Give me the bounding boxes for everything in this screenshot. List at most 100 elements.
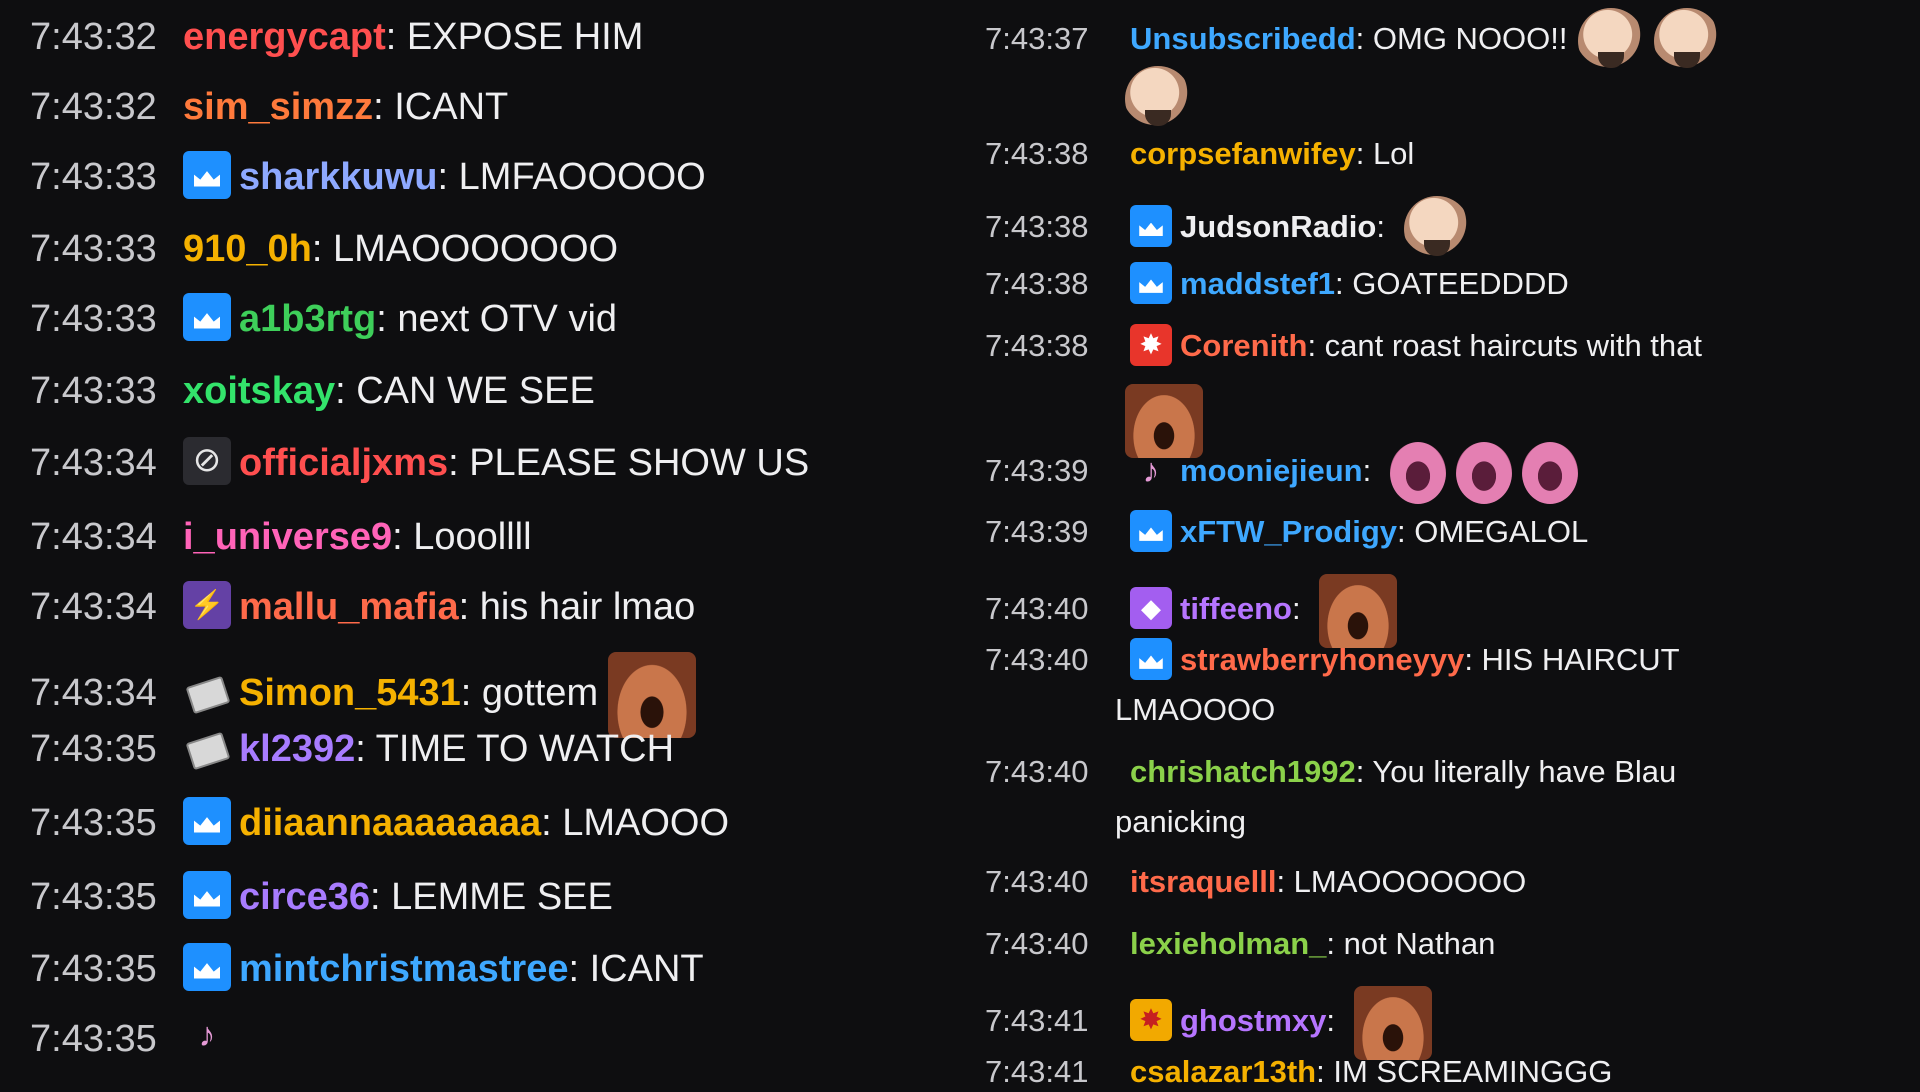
separator-colon: : bbox=[541, 802, 563, 844]
crown-icon bbox=[183, 292, 231, 341]
mouth-emote-icon bbox=[1389, 442, 1446, 504]
message-timestamp: 7:43:40 bbox=[985, 864, 1089, 899]
chat-message: 7:43:35 kl2392: TIME TO WATCH bbox=[0, 726, 940, 772]
username[interactable]: Corenith bbox=[1180, 328, 1307, 363]
separator-colon: : bbox=[460, 672, 482, 715]
chat-message: 7:43:41 ghostmxy: bbox=[970, 986, 1870, 1060]
username[interactable]: 910_0h bbox=[183, 228, 312, 270]
face-emote-icon bbox=[1319, 574, 1398, 648]
message-text: ICANT bbox=[589, 948, 704, 990]
username[interactable]: maddstef1 bbox=[1180, 266, 1335, 301]
message-text: You literally have Blau bbox=[1372, 754, 1677, 789]
username[interactable]: itsraquelll bbox=[1130, 864, 1276, 899]
message-timestamp: 7:43:32 bbox=[30, 16, 157, 58]
bald-emote-icon bbox=[1403, 196, 1470, 262]
gift-icon bbox=[183, 667, 231, 715]
username[interactable]: diiaannaaaaaaaa bbox=[239, 802, 541, 844]
message-timestamp: 7:43:35 bbox=[30, 948, 157, 990]
message-text: Loooll​ll bbox=[413, 516, 532, 558]
chat-message: 7:43:40 lexieholman_: not Nathan bbox=[970, 924, 1870, 964]
message-timestamp: 7:43:41 bbox=[985, 1054, 1089, 1089]
chat-message: 7:43:39 xFTW_Prodigy: OMEGALOL bbox=[970, 509, 1870, 552]
message-text: LMAOOO bbox=[562, 802, 730, 844]
username[interactable]: tiffeeno bbox=[1180, 591, 1292, 626]
message-timestamp: 7:43:38 bbox=[985, 209, 1089, 245]
message-timestamp: 7:43:39 bbox=[985, 453, 1089, 489]
username[interactable]: corpsefanwifey bbox=[1130, 136, 1356, 171]
message-timestamp: 7:43:33 bbox=[30, 370, 157, 412]
message-text: CAN WE SEE bbox=[356, 370, 595, 412]
separator-colon: : bbox=[1362, 453, 1380, 489]
crown-icon bbox=[183, 796, 231, 845]
username[interactable]: chrishatch1992 bbox=[1130, 754, 1356, 789]
no-display-icon bbox=[183, 436, 231, 485]
separator-colon: : bbox=[1355, 136, 1373, 171]
separator-colon: : bbox=[335, 370, 357, 412]
chat-message: 7:43:33 sharkkuwu: LMFAOOOOO bbox=[0, 150, 940, 200]
message-text: LMAOOOOOOO bbox=[333, 228, 619, 270]
crown-icon bbox=[1130, 261, 1172, 304]
separator-colon: : bbox=[373, 86, 395, 128]
message-text: LEMME SEE bbox=[391, 876, 613, 918]
mouth-emote-icon bbox=[1455, 442, 1512, 504]
message-text: OMEGALOL bbox=[1414, 514, 1589, 549]
username[interactable]: mallu_mafia bbox=[239, 586, 459, 628]
username[interactable]: csalazar13th bbox=[1130, 1054, 1316, 1089]
username[interactable]: a1b3rtg bbox=[239, 298, 376, 340]
separator-colon: : bbox=[1307, 328, 1325, 363]
separator-colon: : bbox=[1291, 591, 1310, 627]
gift-icon bbox=[183, 723, 231, 771]
username[interactable]: ghostmxy bbox=[1180, 1003, 1326, 1038]
username[interactable]: circe36 bbox=[239, 876, 370, 918]
username[interactable]: xoitskay bbox=[183, 370, 335, 412]
username[interactable]: strawberryhoneyyy bbox=[1180, 642, 1464, 677]
bald-emote-icon bbox=[1125, 66, 1191, 132]
username[interactable]: mintchristmastree bbox=[239, 948, 568, 990]
chat-message: 7:43:41 csalazar13th: IM SCREAMINGGG bbox=[970, 1052, 1870, 1092]
message-timestamp: 7:43:40 bbox=[985, 642, 1089, 677]
message-timestamp: 7:43:35 bbox=[30, 728, 157, 770]
chat-message: 7:43:38 JudsonRadio: bbox=[970, 196, 1870, 262]
separator-colon: : bbox=[1316, 1054, 1334, 1089]
chat-message: 7:43:33 a1b3rtg: next OTV vid bbox=[0, 292, 940, 342]
chat-message: 7:43:35 bbox=[0, 1013, 940, 1062]
username[interactable]: xFTW_Prodigy bbox=[1180, 514, 1397, 549]
chat-message: 7:43:33 xoitskay: CAN WE SEE bbox=[0, 368, 940, 414]
message-timestamp: 7:43:41 bbox=[985, 1003, 1089, 1039]
username[interactable]: Simon_5431 bbox=[239, 672, 461, 714]
username[interactable]: JudsonRadio bbox=[1180, 209, 1376, 244]
message-text: not Nathan bbox=[1343, 926, 1496, 961]
message-timestamp: 7:43:34 bbox=[30, 586, 157, 628]
message-timestamp: 7:43:40 bbox=[985, 591, 1089, 627]
message-timestamp: 7:43:33 bbox=[30, 156, 157, 198]
face-emote-icon bbox=[1353, 986, 1432, 1060]
message-text: LMAOOOOOOO bbox=[1293, 864, 1527, 899]
chat-message: 7:43:35 mintchristmastree: ICANT bbox=[0, 942, 940, 992]
separator-colon: : bbox=[1355, 21, 1373, 57]
message-timestamp: 7:43:39 bbox=[985, 514, 1089, 549]
chat-message: 7:43:38 corpsefanwifey: Lol bbox=[970, 134, 1870, 174]
message-timestamp: 7:43:34 bbox=[30, 672, 157, 715]
username[interactable]: mooniejieun bbox=[1180, 453, 1363, 488]
username[interactable]: Unsubscribedd bbox=[1130, 21, 1356, 56]
username[interactable]: sharkkuwu bbox=[239, 156, 438, 198]
separator-colon: : bbox=[376, 298, 398, 340]
username[interactable]: sim_simzz bbox=[183, 86, 373, 128]
message-timestamp: 7:43:32 bbox=[30, 86, 157, 128]
crown-icon bbox=[183, 942, 231, 991]
username[interactable]: i_universe9 bbox=[183, 516, 392, 558]
message-text: next OTV vid bbox=[397, 298, 618, 340]
username[interactable]: lexieholman_ bbox=[1130, 926, 1326, 961]
bald-emote-icon bbox=[1577, 8, 1644, 74]
separator-colon: : bbox=[1397, 514, 1415, 549]
bald-emote-icon bbox=[1653, 8, 1720, 74]
username[interactable]: officialjxms bbox=[239, 442, 448, 484]
chat-message: 7:43:34 mallu_mafia: his hair lmao bbox=[0, 580, 940, 630]
crown-icon bbox=[1130, 509, 1172, 552]
crown-icon bbox=[183, 870, 231, 919]
separator-colon: : bbox=[311, 228, 334, 270]
chat-message: 7:43:39 mooniejieun: bbox=[970, 442, 1870, 504]
username[interactable]: kl2392 bbox=[239, 728, 355, 770]
message-timestamp: 7:43:35 bbox=[30, 876, 157, 918]
username[interactable]: energycapt bbox=[183, 16, 386, 58]
